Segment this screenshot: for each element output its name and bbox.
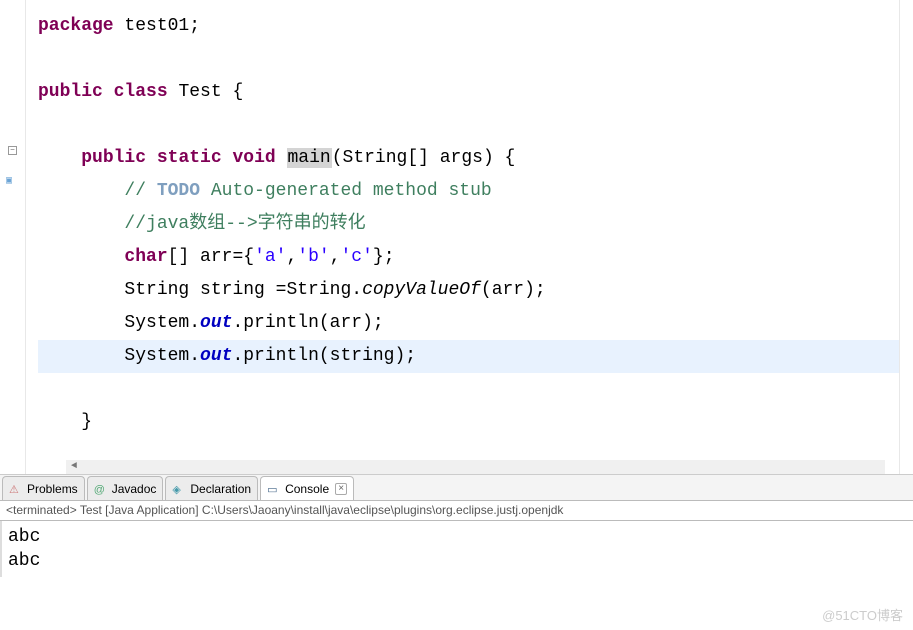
code-token: }; — [373, 247, 395, 267]
tab-javadoc[interactable]: Javadoc — [87, 476, 164, 500]
code-token: 'c' — [341, 247, 373, 267]
code-token: [] arr={ — [168, 247, 254, 267]
code-token: , — [286, 247, 297, 267]
console-line: abc — [8, 549, 907, 573]
editor-area: − ▣ package test01; public class Test { p… — [0, 0, 913, 475]
problems-icon — [9, 482, 23, 496]
code-token: 'a' — [254, 247, 286, 267]
code-token: String string =String. — [124, 280, 362, 300]
tab-declaration[interactable]: Declaration — [165, 476, 258, 500]
code-token: public — [38, 82, 103, 102]
code-line[interactable] — [38, 373, 899, 406]
code-line[interactable]: // TODO Auto-generated method stub — [38, 175, 899, 208]
code-line[interactable]: //java数组-->字符串的转化 — [38, 208, 899, 241]
watermark: @51CTO博客 — [822, 605, 903, 624]
code-token: char — [124, 247, 167, 267]
code-token — [222, 148, 233, 168]
tab-label: Declaration — [190, 482, 251, 496]
code-line[interactable]: public static void main(String[] args) { — [38, 142, 899, 175]
code-token: // — [124, 181, 156, 201]
console-output[interactable]: abcabc — [0, 521, 913, 577]
code-token: out — [200, 346, 232, 366]
scroll-left-icon[interactable]: ◄ — [66, 460, 82, 474]
code-token — [146, 148, 157, 168]
code-token: } — [81, 412, 92, 432]
code-token — [276, 148, 287, 168]
code-line[interactable]: System.out.println(arr); — [38, 307, 899, 340]
declaration-icon — [172, 482, 186, 496]
tab-label: Problems — [27, 482, 78, 496]
code-line[interactable] — [38, 43, 899, 76]
code-line[interactable]: char[] arr={'a','b','c'}; — [38, 241, 899, 274]
code-line[interactable]: System.out.println(string); — [38, 340, 899, 373]
code-token: 'b' — [297, 247, 329, 267]
tab-console[interactable]: Console × — [260, 476, 354, 500]
fold-toggle-icon[interactable]: − — [8, 146, 17, 155]
close-icon[interactable]: × — [335, 483, 347, 495]
gutter: − ▣ — [0, 0, 26, 474]
code-token: TODO — [157, 181, 200, 201]
tab-label: Console — [285, 482, 329, 496]
code-token: System. — [124, 313, 200, 333]
code-token: class — [114, 82, 168, 102]
code-pane[interactable]: package test01; public class Test { publi… — [26, 0, 899, 474]
console-line: abc — [8, 525, 907, 549]
code-token: //java数组-->字符串的转化 — [124, 214, 365, 234]
code-token: Test { — [168, 82, 244, 102]
code-token: .println(arr); — [232, 313, 383, 333]
code-token: copyValueOf — [362, 280, 481, 300]
console-icon — [267, 482, 281, 496]
code-token — [103, 82, 114, 102]
code-token: (String[] args) { — [332, 148, 516, 168]
code-token: static — [157, 148, 222, 168]
code-line[interactable]: public class Test { — [38, 76, 899, 109]
code-token: public — [81, 148, 146, 168]
overview-ruler[interactable] — [899, 0, 913, 474]
code-token: .println(string); — [232, 346, 416, 366]
code-line[interactable]: String string =String.copyValueOf(arr); — [38, 274, 899, 307]
task-marker-icon[interactable]: ▣ — [6, 175, 18, 187]
tab-label: Javadoc — [112, 482, 157, 496]
code-token: (arr); — [481, 280, 546, 300]
console-process-header: <terminated> Test [Java Application] C:\… — [0, 501, 913, 521]
code-token: main — [287, 148, 332, 168]
horizontal-scrollbar[interactable]: ◄ — [66, 460, 885, 474]
code-token: Auto-generated method stub — [200, 181, 492, 201]
code-line[interactable]: package test01; — [38, 10, 899, 43]
code-token: System. — [124, 346, 200, 366]
code-line[interactable] — [38, 109, 899, 142]
code-line[interactable]: } — [38, 406, 899, 439]
tab-problems[interactable]: Problems — [2, 476, 85, 500]
views-tab-bar: Problems Javadoc Declaration Console × — [0, 475, 913, 501]
code-token: test01; — [114, 16, 200, 36]
code-token: out — [200, 313, 232, 333]
code-token: package — [38, 16, 114, 36]
code-token: , — [330, 247, 341, 267]
code-token: void — [232, 148, 275, 168]
javadoc-icon — [94, 482, 108, 496]
